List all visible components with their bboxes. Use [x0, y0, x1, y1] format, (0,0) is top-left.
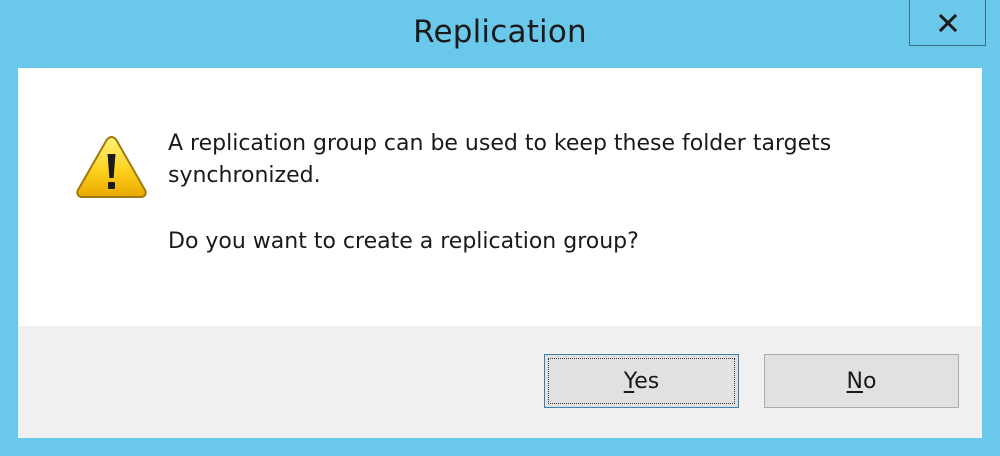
button-bar: Yes No [18, 326, 982, 438]
warning-icon [76, 135, 147, 198]
window-title: Replication [413, 14, 587, 50]
no-button[interactable]: No [764, 354, 959, 408]
question-text: Do you want to create a replication grou… [168, 229, 639, 254]
message-line: A replication group can be used to keep … [168, 131, 832, 156]
no-label-rest: o [863, 368, 877, 394]
message-line: synchronized. [168, 163, 321, 188]
yes-button[interactable]: Yes [544, 354, 739, 408]
title-bar[interactable]: Replication [0, 0, 1000, 68]
yes-accelerator: Y [623, 368, 635, 394]
replication-dialog: Replication A replication group can be u… [0, 0, 1000, 456]
no-accelerator: N [846, 368, 863, 394]
close-icon [938, 13, 957, 32]
yes-button-label: Yes [624, 369, 660, 394]
close-button[interactable] [909, 0, 986, 46]
yes-label-rest: es [634, 368, 660, 394]
message-area: A replication group can be used to keep … [18, 68, 982, 326]
no-button-label: No [847, 369, 877, 394]
message-text: A replication group can be used to keep … [168, 128, 958, 258]
